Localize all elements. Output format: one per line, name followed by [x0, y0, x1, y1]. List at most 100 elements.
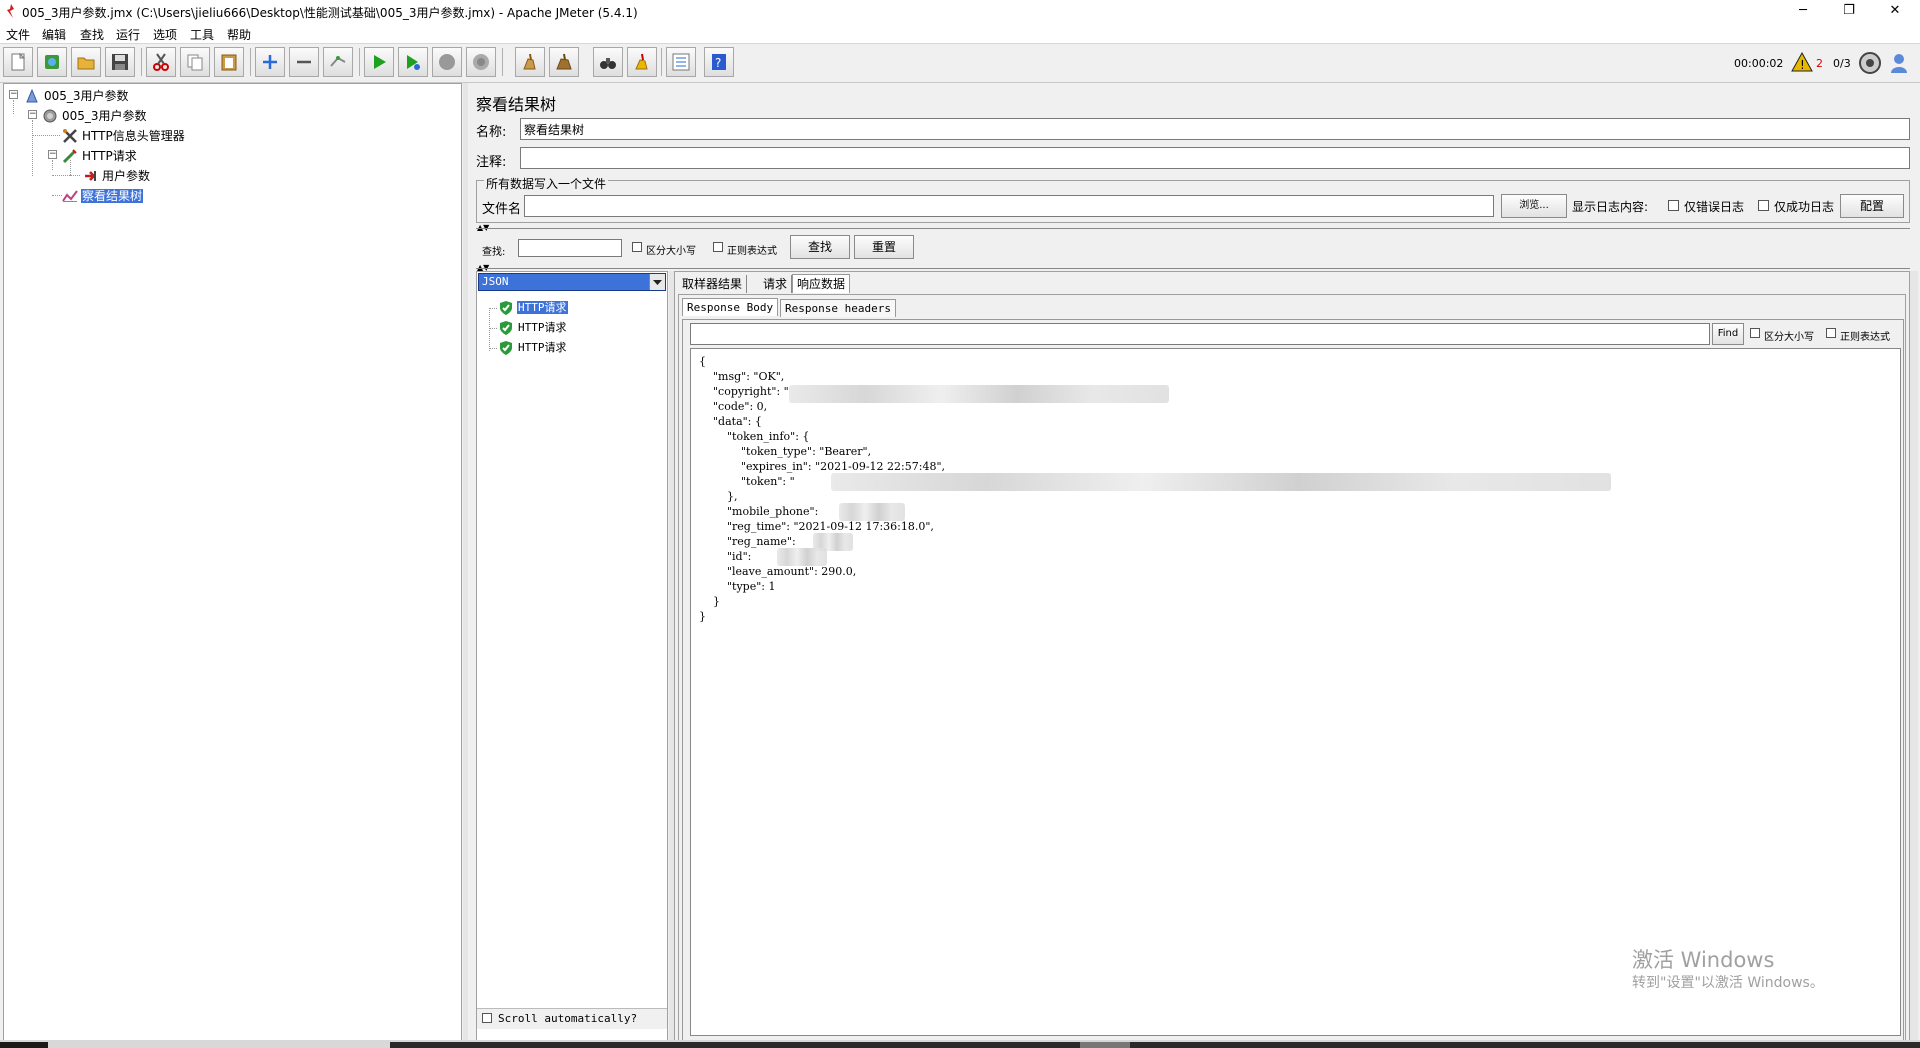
start-no-pauses-button[interactable] [398, 47, 428, 77]
collapse-all-button[interactable] [289, 47, 319, 77]
clear-button[interactable] [515, 47, 545, 77]
plus-icon [263, 55, 277, 69]
shutdown-button[interactable] [466, 47, 496, 77]
expand-all-button[interactable] [255, 47, 285, 77]
start-button[interactable] [364, 47, 394, 77]
reset-button[interactable]: 重置 [854, 235, 914, 259]
search-button[interactable]: 查找 [790, 235, 850, 259]
tab-request[interactable]: 请求 [759, 275, 793, 293]
copy-button[interactable] [180, 47, 210, 77]
save-button[interactable] [105, 47, 135, 77]
renderer-select[interactable]: JSON [478, 273, 666, 291]
user-parameters-icon [85, 170, 96, 181]
tree-item-user-parameters[interactable]: 用户参数 [82, 166, 151, 184]
toggle-icon [330, 56, 346, 67]
remote-status-icon [1859, 52, 1881, 74]
new-button[interactable] [3, 47, 33, 77]
json-line: "code": 0, [699, 400, 768, 413]
test-plan-tree: − 005_3用户参数 − 005_3用户参数 HTTP信息头管理器 − HTT… [3, 83, 462, 1043]
json-line: } [699, 595, 720, 608]
json-line: "reg_time": "2021-09-12 17:36:18.0", [699, 520, 934, 533]
templates-icon [45, 55, 59, 69]
login-icon[interactable] [1889, 51, 1913, 75]
find-input[interactable] [690, 323, 1710, 345]
filename-label: 文件名 [482, 202, 522, 217]
new-file-icon [11, 52, 26, 71]
find-case-checkbox[interactable] [1750, 328, 1760, 338]
case-sensitive-checkbox[interactable] [632, 242, 642, 252]
tree-item-results-tree[interactable]: 察看结果树 [62, 186, 144, 204]
find-regex-checkbox[interactable] [1826, 328, 1836, 338]
thread-group-icon [43, 109, 57, 122]
toggle-button[interactable] [323, 47, 353, 77]
paste-icon [221, 54, 237, 71]
clear-all-button[interactable] [549, 47, 579, 77]
search-button[interactable] [593, 47, 623, 77]
close-button[interactable]: ✕ [1872, 0, 1918, 23]
errors-only-checkbox[interactable] [1668, 200, 1679, 211]
cut-button[interactable] [146, 47, 176, 77]
menu-file[interactable]: 文件 [6, 26, 30, 43]
json-line: "leave_amount": 290.0, [699, 565, 857, 578]
success-shield-icon [500, 340, 512, 355]
name-label: 名称: [476, 125, 507, 140]
filename-field[interactable] [524, 195, 1494, 217]
collapse-toggle[interactable]: − [28, 110, 37, 119]
json-viewer[interactable]: { "msg": "OK", "copyright": " "code": 0,… [690, 348, 1901, 1036]
configure-button[interactable]: 配置 [1840, 194, 1904, 218]
search-input[interactable] [518, 239, 622, 257]
stop-button[interactable] [432, 47, 462, 77]
sample-item[interactable]: HTTP请求 [498, 338, 568, 356]
json-line: "mobile_phone": [699, 505, 822, 518]
results-tree-icon [62, 189, 78, 202]
name-field[interactable]: 察看结果树 [520, 118, 1910, 140]
reset-search-button[interactable] [627, 47, 657, 77]
maximize-button[interactable]: ❐ [1826, 0, 1872, 23]
browse-button[interactable]: 浏览... [1501, 194, 1567, 218]
tree-item-test-plan[interactable]: 005_3用户参数 [24, 86, 130, 104]
tree-item-http-request[interactable]: HTTP请求 [62, 146, 138, 164]
sample-list-panel [476, 271, 668, 1046]
warning-icon[interactable]: ! [1791, 52, 1813, 72]
subtab-response-body[interactable]: Response Body [682, 298, 779, 316]
collapse-toggle[interactable]: − [9, 90, 18, 99]
json-line: "copyright": " [699, 385, 789, 398]
tree-item-header-manager[interactable]: HTTP信息头管理器 [62, 126, 186, 144]
menu-tools[interactable]: 工具 [190, 26, 214, 43]
comment-field[interactable] [520, 147, 1910, 169]
find-button[interactable]: Find [1712, 323, 1744, 345]
paste-button[interactable] [214, 47, 244, 77]
tab-sampler-result[interactable]: 取样器结果 [678, 275, 748, 293]
minimize-button[interactable]: ─ [1780, 0, 1826, 23]
sample-item[interactable]: HTTP请求 [498, 298, 568, 316]
tree-item-thread-group[interactable]: 005_3用户参数 [42, 106, 148, 124]
json-line: "token_info": { [699, 430, 810, 443]
scroll-auto-checkbox[interactable] [482, 1013, 492, 1023]
case-sensitive-label: 区分大小写 [646, 246, 696, 257]
json-line: "data": { [699, 415, 762, 428]
menu-run[interactable]: 运行 [116, 26, 140, 43]
tab-response-data[interactable]: 响应数据 [792, 274, 851, 293]
broom-all-icon [556, 53, 572, 70]
regex-checkbox[interactable] [713, 242, 723, 252]
scrollbar[interactable] [1910, 271, 1918, 1046]
menu-help[interactable]: 帮助 [227, 26, 251, 43]
function-helper-button[interactable] [666, 47, 696, 77]
json-line: "id": [699, 550, 755, 563]
menu-search[interactable]: 查找 [80, 26, 104, 43]
help-button[interactable]: ? [704, 47, 734, 77]
svg-text:?: ? [715, 56, 721, 70]
open-button[interactable] [71, 47, 101, 77]
menu-options[interactable]: 选项 [153, 26, 177, 43]
window-title: 005_3用户参数.jmx (C:\Users\jieliu666\Deskto… [22, 6, 638, 20]
subtab-response-headers[interactable]: Response headers [780, 299, 896, 317]
templates-button[interactable] [37, 47, 67, 77]
collapse-toggle[interactable]: − [48, 150, 57, 159]
sample-item[interactable]: HTTP请求 [498, 318, 568, 336]
success-shield-icon [500, 300, 512, 315]
success-only-checkbox[interactable] [1758, 200, 1769, 211]
redacted-mobile-phone [839, 503, 905, 521]
results-tree-panel: 察看结果树 名称: 察看结果树 注释: 所有数据写入一个文件 文件名 浏览...… [468, 83, 1920, 1048]
menu-edit[interactable]: 编辑 [42, 26, 66, 43]
json-line: "reg_name": [699, 535, 800, 548]
